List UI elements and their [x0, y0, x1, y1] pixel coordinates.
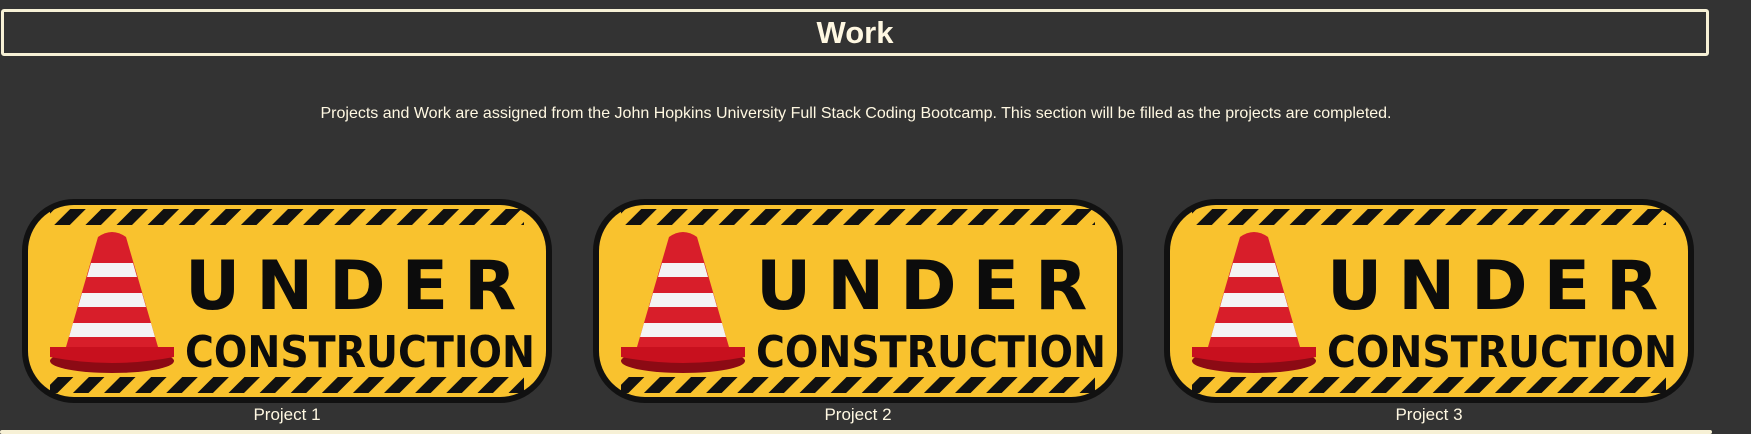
- under-construction-image[interactable]: UNDER CONSTRUCTION: [1162, 197, 1696, 405]
- next-section-border: [0, 430, 1712, 434]
- sign-line-1: UNDER: [756, 247, 1103, 326]
- under-construction-image[interactable]: UNDER CONSTRUCTION: [20, 197, 554, 405]
- project-caption: Project 1: [253, 405, 321, 424]
- project-card-3[interactable]: UNDER CONSTRUCTION Project 3: [1162, 197, 1696, 427]
- project-caption: Project 2: [824, 405, 892, 424]
- project-card-1[interactable]: UNDER CONSTRUCTION Project 1: [20, 197, 554, 427]
- sign-line-1: UNDER: [185, 247, 532, 326]
- sign-line-2: CONSTRUCTION: [756, 327, 1106, 378]
- section-description: Projects and Work are assigned from the …: [320, 105, 1392, 122]
- sign-line-2: CONSTRUCTION: [185, 327, 535, 378]
- section-header: Work: [1, 9, 1709, 56]
- under-construction-image[interactable]: UNDER CONSTRUCTION: [591, 197, 1125, 405]
- section-title: Work: [816, 14, 894, 50]
- project-card-2[interactable]: UNDER CONSTRUCTION Project 2: [591, 197, 1125, 427]
- project-caption: Project 3: [1395, 405, 1463, 424]
- sign-line-2: CONSTRUCTION: [1327, 327, 1677, 378]
- sign-line-1: UNDER: [1327, 247, 1674, 326]
